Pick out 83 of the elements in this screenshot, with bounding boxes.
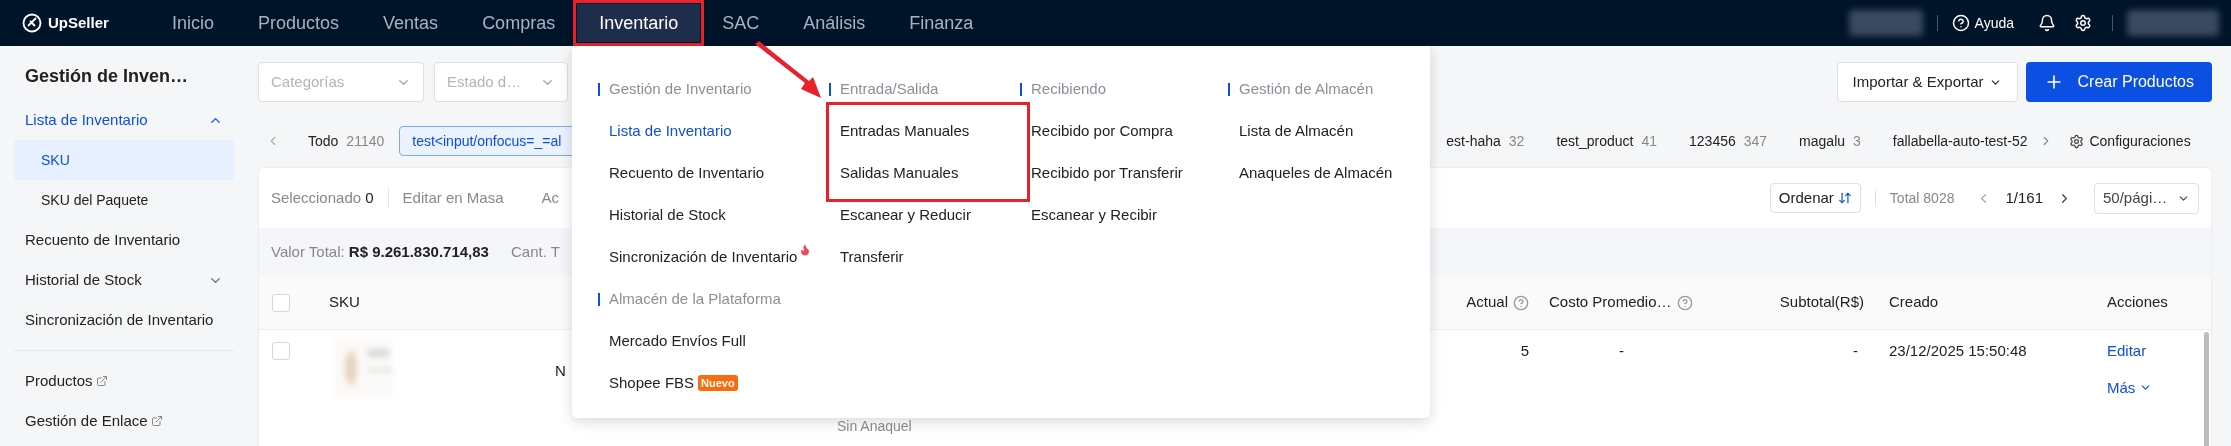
nav-tab[interactable]: Productos [236,4,362,42]
total-count: Total 8028 [1889,188,1955,208]
menu-item[interactable]: Shopee FBS [609,371,695,395]
store-tab[interactable]: magalu 3 [1799,126,1861,156]
menu-item[interactable]: Escanear y Reducir [840,203,971,227]
nav-tab[interactable]: Compras [460,4,578,42]
sidebar-item[interactable]: Lista de Inventario [0,100,248,140]
menu-item[interactable]: Lista de Inventario [609,119,732,143]
checkbox[interactable] [272,342,290,360]
notification-bell-icon[interactable] [2038,14,2056,32]
menu-item[interactable]: Recuento de Inventario [609,161,765,185]
page-indicator: 1/161 [2005,187,2043,208]
menu-item[interactable]: Mercado Envíos Full [609,329,746,353]
menu-item[interactable]: Lista de Almacén [1239,119,1354,143]
settings-icon[interactable] [2069,133,2085,149]
store-tab[interactable]: Todo 21140 [308,126,385,156]
nav-tab[interactable]: Ventas [361,4,461,42]
logo-icon [22,13,42,33]
menu-section-title: Gestión de Inventario [609,78,752,99]
menu-section-title: Entrada/Salida [840,78,939,99]
column-header: SKU [329,292,360,313]
sidebar-link[interactable]: Productos [25,369,93,393]
sidebar-item[interactable]: Recuento de Inventario [0,220,248,260]
scrollbar[interactable] [2204,332,2209,446]
menu-item[interactable]: Escanear y Recibir [1031,203,1157,227]
column-header: Actual [1466,292,1508,313]
store-tab[interactable]: fallabella-auto-test-52 [1892,126,2028,156]
table-cell-text: 5 [1520,341,1529,361]
column-header: Costo Promedio… [1549,292,1672,313]
nav-tab[interactable]: Inventario [577,4,701,42]
menu-item[interactable]: Sincronización de Inventario [609,245,798,269]
sidebar-title: Gestión de Inven… [24,65,190,88]
menu-item[interactable]: Anaqueles de Almacén [1239,161,1393,185]
help-link[interactable]: Ayuda [1974,12,2014,34]
help-icon[interactable] [1951,14,1970,32]
checkbox[interactable] [272,293,290,312]
new-badge: Nuevo [698,375,738,391]
nav-tab[interactable]: Inicio [150,4,237,42]
action-link[interactable]: Más [2107,376,2136,399]
menu-section-title: Gestión de Almacén [1239,78,1374,99]
total-value: Valor Total: R$ 9.261.830.714,83 [271,241,489,262]
nav-tab[interactable]: Finanza [887,4,996,42]
external-link-icon [95,375,108,387]
menu-item[interactable]: Historial de Stock [609,203,726,227]
external-link-icon [150,415,163,427]
nav-tab[interactable]: SAC [700,4,782,42]
page-size-select[interactable]: 50/pági… [2094,182,2199,214]
sidebar-subitem[interactable]: SKU del Paquete [14,180,234,220]
store-tab[interactable]: test_product 41 [1556,126,1658,156]
sort-button[interactable]: Ordenar [1769,183,1861,213]
store-tab[interactable]: 123456 347 [1689,126,1768,156]
logo-text: UpSeller [48,12,109,33]
shelf-label: Sin Anaquel [837,417,912,436]
column-header: Acciones [2107,292,2168,313]
bulk-edit-link[interactable]: Editar en Masa [402,186,504,210]
menu-item[interactable]: Recibido por Compra [1031,119,1173,143]
menu-item[interactable]: Recibido por Transferir [1031,161,1183,185]
column-header: Creado [1889,292,1939,313]
sidebar-subitem[interactable]: SKU [14,140,234,180]
menu-section-title: Almacén de la Plataforma [609,288,781,309]
table-cell: 23/12/2025 15:50:48 [1889,342,2027,359]
toolbar-action[interactable]: Ac [541,186,559,210]
import-export-button[interactable]: Importar & Exportar [1836,62,2018,102]
menu-item[interactable]: Transferir [840,245,904,269]
table-cell-text: - [1853,341,1858,361]
summary-label: Cant. T [510,241,560,262]
sort-icon [1837,191,1852,205]
action-link[interactable]: Editar [2107,340,2147,363]
menu-item[interactable]: Salidas Manuales [840,161,959,185]
sidebar-link[interactable]: Gestión de Enlace [25,409,148,433]
nav-tab[interactable]: Análisis [781,4,888,42]
column-header: Subtotal(R$) [1779,292,1864,313]
store-tab[interactable]: est-haha 32 [1446,126,1525,156]
annotation-arrow [753,41,823,101]
selected-count: Seleccionado 0 [271,187,374,208]
table-cell-text: - [1619,341,1624,361]
menu-item[interactable]: Entradas Manuales [840,119,970,143]
create-button[interactable]: Crear Productos [2025,62,2212,102]
settings-link[interactable]: Configuraciones [2089,130,2191,152]
sku-text: N [555,361,566,381]
sidebar-item[interactable]: Historial de Stock [0,260,248,300]
sidebar-item[interactable]: Sincronización de Inventario [0,300,248,340]
menu-section-title: Recibiendo [1031,78,1107,99]
